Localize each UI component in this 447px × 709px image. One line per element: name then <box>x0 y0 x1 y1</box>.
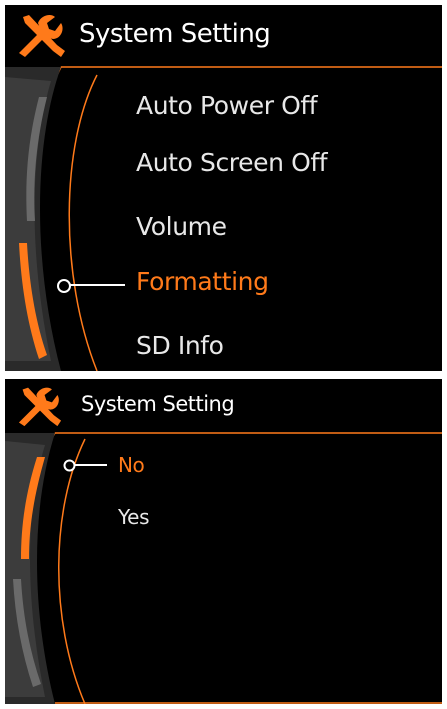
formatting-confirm-screen: System Setting No Yes <box>5 379 442 704</box>
title-bar: System Setting <box>5 379 442 435</box>
wrench-screwdriver-icon <box>18 387 62 427</box>
menu-item-formatting[interactable]: Formatting <box>136 267 269 296</box>
selector-dot-icon <box>63 459 76 472</box>
option-no[interactable]: No <box>118 453 145 477</box>
page-title: System Setting <box>79 19 271 49</box>
title-bar: System Setting <box>5 5 442 67</box>
page-title: System Setting <box>81 392 235 416</box>
menu-item-volume[interactable]: Volume <box>136 212 227 241</box>
selector-dot-icon <box>57 279 71 293</box>
menu-item-sd-info[interactable]: SD Info <box>136 331 224 360</box>
menu-item-auto-screen-off[interactable]: Auto Screen Off <box>136 148 328 177</box>
option-yes[interactable]: Yes <box>118 505 149 529</box>
menu-item-auto-power-off[interactable]: Auto Power Off <box>136 91 318 120</box>
system-setting-menu-screen: System Setting Auto Power Off Auto Scree… <box>5 5 442 371</box>
wrench-screwdriver-icon <box>19 15 65 57</box>
